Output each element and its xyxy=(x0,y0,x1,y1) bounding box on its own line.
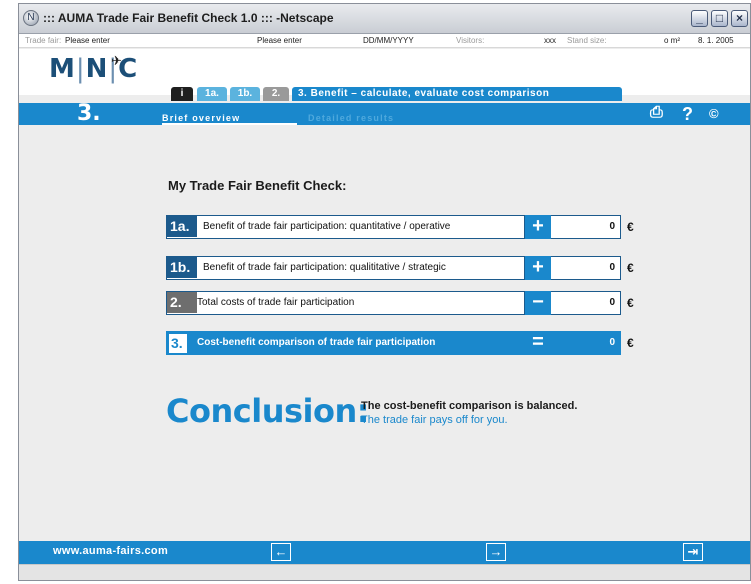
equals-icon: = xyxy=(525,331,551,355)
visitors-value[interactable]: xxx xyxy=(544,34,556,48)
app-header: M|N|C ✈ i 1a. 1b. 2. 3. Benefit – calcul… xyxy=(19,49,750,101)
arrow-left-icon[interactable]: ← xyxy=(271,543,291,561)
exit-icon[interactable]: ⇥ xyxy=(683,543,703,561)
subtab-detailed-results[interactable]: Detailed results xyxy=(308,113,394,123)
window-title: ::: AUMA Trade Fair Benefit Check 1.0 ::… xyxy=(43,11,334,25)
row-1a-label: Benefit of trade fair participation: qua… xyxy=(203,221,451,232)
row-1b-label: Benefit of trade fair participation: qua… xyxy=(203,262,446,273)
tab-1b[interactable]: 1b. xyxy=(230,87,260,101)
date-field[interactable]: DD/MM/YYYY xyxy=(363,34,414,48)
row-1b-label-box: 1b. Benefit of trade fair participation:… xyxy=(166,256,525,280)
row-1a-currency: € xyxy=(627,220,634,234)
row-1a-label-box: 1a. Benefit of trade fair participation:… xyxy=(166,215,525,239)
row-2-number: 2. xyxy=(167,292,197,313)
step-number: 3. xyxy=(77,101,101,126)
row-3-label: Cost-benefit comparison of trade fair pa… xyxy=(197,337,436,348)
tab-1a[interactable]: 1a. xyxy=(197,87,227,101)
row-3-label-box: 3. Cost-benefit comparison of trade fair… xyxy=(166,331,525,355)
tab-2[interactable]: 2. xyxy=(263,87,289,101)
page-title: My Trade Fair Benefit Check: xyxy=(168,178,347,193)
title-bar: N ::: AUMA Trade Fair Benefit Check 1.0 … xyxy=(19,4,750,34)
subtab-brief-overview[interactable]: Brief overview xyxy=(162,113,240,123)
row-2-currency: € xyxy=(627,296,634,310)
section-nav: 3. Brief overview Detailed results ⎙ ? © xyxy=(19,101,750,126)
row-1b-number: 1b. xyxy=(167,257,197,278)
row-2-value: 0 xyxy=(551,291,621,315)
row-3-number: 3. xyxy=(169,334,187,353)
trade-fair-value[interactable]: Please enter xyxy=(65,34,110,48)
row-2: 2. Total costs of trade fair participati… xyxy=(166,291,634,315)
row-2-label: Total costs of trade fair participation xyxy=(197,297,355,308)
row-3-value: 0 xyxy=(551,331,621,355)
second-field-value[interactable]: Please enter xyxy=(257,34,302,48)
tab-3-benefit[interactable]: 3. Benefit – calculate, evaluate cost co… xyxy=(292,87,622,101)
row-1a: 1a. Benefit of trade fair participation:… xyxy=(166,215,634,239)
plus-icon: + xyxy=(525,256,551,280)
minus-icon: − xyxy=(525,291,551,315)
row-1a-value: 0 xyxy=(551,215,621,239)
browser-window: N ::: AUMA Trade Fair Benefit Check 1.0 … xyxy=(18,3,751,581)
row-3: 3. Cost-benefit comparison of trade fair… xyxy=(166,331,634,355)
logo-mark-icon: ✈ xyxy=(111,53,122,68)
date-display: 8. 1. 2005 xyxy=(698,36,734,45)
website-link[interactable]: www.auma-fairs.com xyxy=(53,545,168,557)
tab-info[interactable]: i xyxy=(171,87,193,101)
row-1b-value: 0 xyxy=(551,256,621,280)
help-button[interactable]: ? xyxy=(682,104,693,125)
mnc-logo: M|N|C xyxy=(49,54,139,84)
active-subtab-indicator xyxy=(162,123,297,125)
row-1b-currency: € xyxy=(627,261,634,275)
close-button[interactable]: × xyxy=(731,10,748,27)
status-bar xyxy=(19,564,750,580)
row-2-label-box: 2. Total costs of trade fair participati… xyxy=(166,291,525,315)
stand-size-label: Stand size: xyxy=(567,36,607,45)
copyright-button[interactable]: © xyxy=(709,106,719,121)
maximize-button[interactable]: □ xyxy=(711,10,728,27)
conclusion-subtext: The trade fair pays off for you. xyxy=(361,414,508,426)
print-icon[interactable]: ⎙ xyxy=(650,104,663,122)
netscape-icon: N xyxy=(23,10,39,26)
row-1b: 1b. Benefit of trade fair participation:… xyxy=(166,256,634,280)
stand-size-value[interactable]: o m² xyxy=(664,34,680,48)
trade-fair-label: Trade fair: xyxy=(25,36,62,45)
minimize-button[interactable]: _ xyxy=(691,10,708,27)
visitors-label: Visitors: xyxy=(456,36,485,45)
plus-icon: + xyxy=(525,215,551,239)
conclusion-heading: Conclusion: xyxy=(166,392,370,430)
info-bar: Trade fair: Please enter Please enter DD… xyxy=(19,34,750,48)
conclusion-text: The cost-benefit comparison is balanced. xyxy=(361,400,578,412)
arrow-right-icon[interactable]: → xyxy=(486,543,506,561)
row-1a-number: 1a. xyxy=(167,216,197,237)
footer-bar: www.auma-fairs.com ← → ⇥ xyxy=(19,541,750,564)
row-3-currency: € xyxy=(627,336,634,350)
